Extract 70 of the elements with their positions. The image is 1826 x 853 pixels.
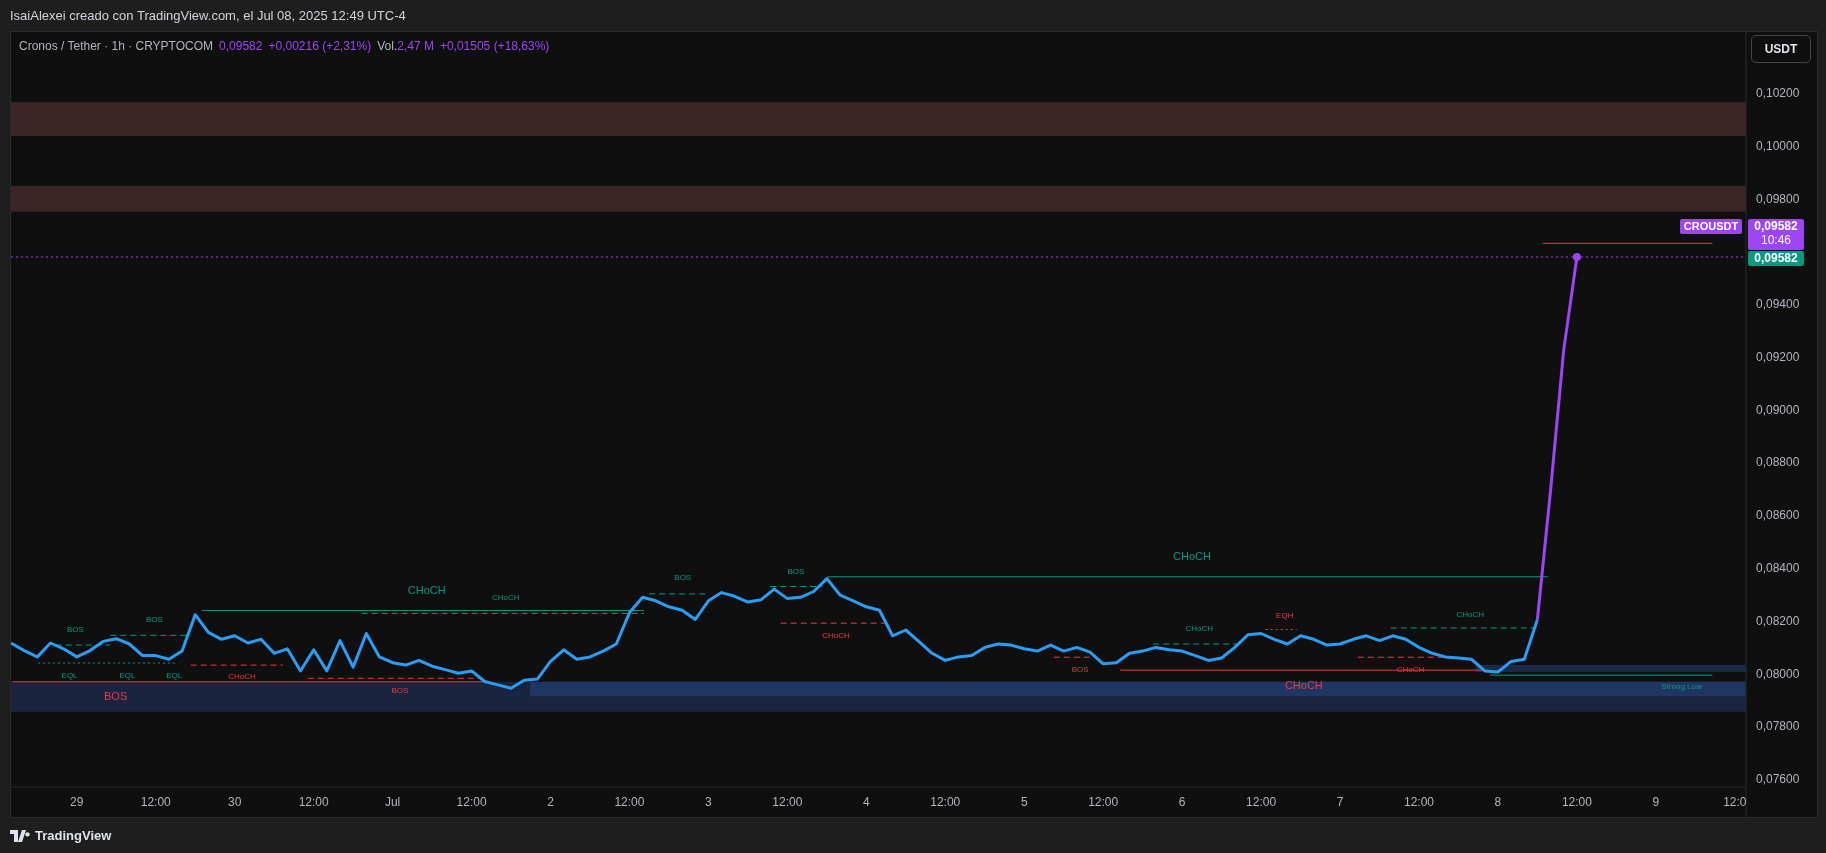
logo-icon — [10, 829, 30, 842]
structure-label: BOS — [146, 615, 163, 625]
price-tick-label: 0,07600 — [1756, 772, 1800, 787]
volume-change: +0,01505 (+18,63%) — [439, 39, 550, 53]
symbol-label: CROUSDT — [1680, 219, 1742, 234]
structure-label: EQL — [166, 670, 183, 680]
price-tick-label: 0,09800 — [1756, 191, 1800, 206]
volume-label: Vol. — [377, 39, 398, 53]
price-value: 0,09582 — [219, 39, 263, 53]
structure-label: CHoCH — [822, 630, 850, 640]
structure-label: BOS — [674, 572, 692, 582]
structure-label: CHoCH — [407, 584, 446, 597]
structure-label: BOS — [67, 625, 84, 635]
time-tick-label: 7 — [1336, 795, 1344, 810]
time-tick-label: 5 — [1020, 795, 1028, 810]
time-tick-label: 12:00 — [772, 795, 803, 810]
time-tick-label: 12:00 — [614, 795, 645, 810]
time-tick-label: 30 — [228, 795, 242, 810]
price-tick-label: 0,10000 — [1756, 138, 1800, 153]
price-tick-label: 0,08800 — [1756, 455, 1800, 470]
time-tick-label: Jul — [384, 795, 401, 810]
time-tick-label: 4 — [863, 795, 870, 810]
structure-label: BOS — [391, 686, 409, 696]
time-tick-label: 9 — [1652, 795, 1660, 810]
time-tick-label: 12:00 — [1088, 795, 1119, 810]
structure-label: CHoCH — [1396, 665, 1425, 675]
structure-label: CHoCH — [1173, 549, 1211, 562]
price-change: +0,00216 (+2,31%) — [268, 39, 372, 53]
time-tick-label: 12:00 — [140, 795, 171, 810]
last-price-dot — [1572, 253, 1581, 261]
time-tick-label: 3 — [705, 795, 712, 810]
time-tick-label: 12:0 — [1723, 795, 1747, 810]
structure-label: EQH — [1276, 611, 1294, 621]
structure-label: BOS — [104, 689, 128, 702]
structure-label: BOS — [787, 566, 805, 576]
brand-name: TradingView — [35, 828, 112, 843]
time-tick-label: 29 — [70, 795, 84, 810]
price-tick-label: 0,08600 — [1756, 508, 1800, 523]
time-tick-label: 2 — [547, 795, 554, 810]
price-tick-label: 0,08200 — [1756, 613, 1800, 628]
currency-button[interactable]: USDT — [1751, 35, 1811, 63]
time-tick-label: 8 — [1494, 795, 1502, 810]
time-tick-label: 12:00 — [456, 795, 487, 810]
time-tick-label: 6 — [1178, 795, 1186, 810]
price-tick-label: 0,09200 — [1756, 349, 1800, 364]
structure-label: CHoCH — [1185, 624, 1214, 634]
price-tick-label: 0,08400 — [1756, 561, 1800, 575]
price-tick-label: 0,10200 — [1756, 86, 1800, 101]
structure-label: CHoCH — [1284, 678, 1323, 691]
time-tick-label: 12:00 — [930, 795, 961, 810]
structure-label: CHoCH — [492, 592, 520, 602]
time-tick-label: 12:00 — [1561, 795, 1592, 810]
price-tick-label: 0,08000 — [1756, 666, 1800, 681]
chart-attribution: IsaiAlexei creado con TradingView.com, el Jul 08, 2025 12:49 UTC-4 — [10, 8, 406, 23]
price-tick-label: 0,07800 — [1756, 719, 1800, 734]
symbol-title: Cronos / Tether · 1h · CRYPTOCOM — [19, 39, 214, 53]
structure-label: BOS — [1071, 665, 1089, 675]
structure-label: CHoCH — [1456, 609, 1485, 619]
last-price-badge: 0,09582 — [1748, 251, 1804, 266]
price-tick-label: 0,09400 — [1756, 297, 1800, 312]
volume-value: 2,47 M — [397, 39, 434, 53]
time-tick-label: 12:00 — [1246, 795, 1277, 810]
price-tick-label: 0,09000 — [1756, 402, 1800, 417]
structure-label: EQL — [119, 670, 136, 680]
structure-label: CHoCH — [228, 671, 256, 681]
time-tick-label: 12:00 — [1404, 795, 1434, 810]
time-tick-label: 12:00 — [298, 795, 329, 810]
price-badge: 0,09582 10:46 — [1748, 219, 1804, 250]
structure-label: EQL — [61, 670, 78, 680]
structure-label: Strong Low — [1661, 682, 1702, 692]
